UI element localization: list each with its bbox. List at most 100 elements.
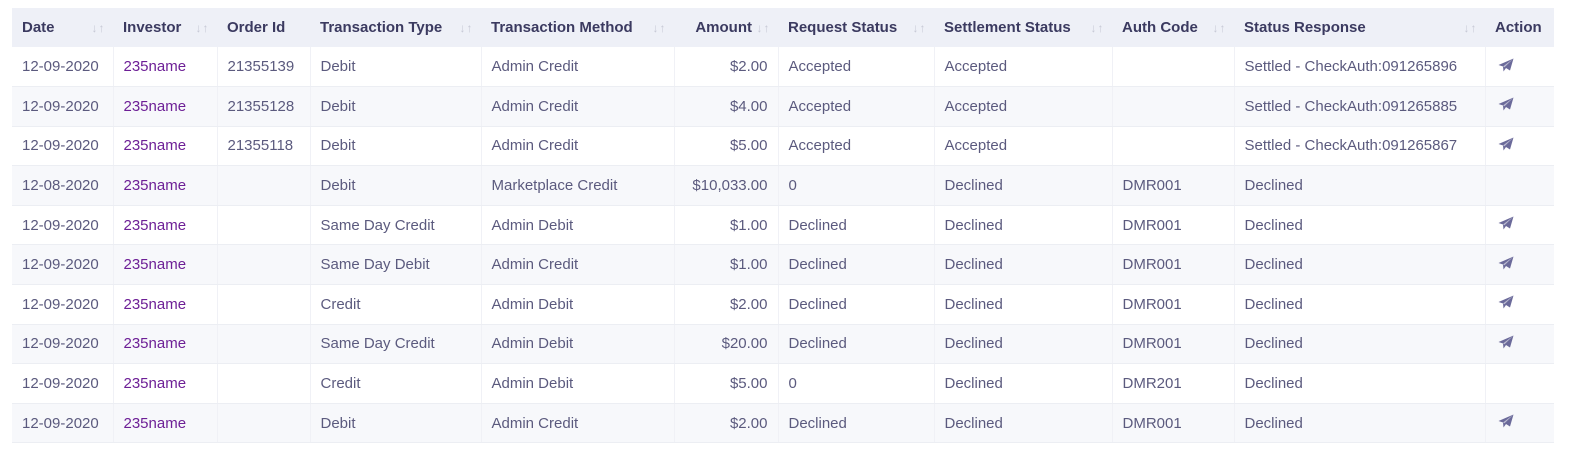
column-header-auth-code[interactable]: Auth Code ↓ ↑ xyxy=(1112,8,1234,47)
cell-order-id: 21355118 xyxy=(217,126,311,167)
cell-action xyxy=(1485,244,1554,286)
cell-auth-code: DMR001 xyxy=(1112,205,1235,246)
send-icon[interactable] xyxy=(1498,414,1514,428)
cell-transaction-method: Admin Debit xyxy=(481,363,675,404)
cell-order-id xyxy=(217,284,311,325)
column-header-label: Date xyxy=(22,19,55,36)
cell-settlement-status: Declined xyxy=(934,403,1113,444)
send-icon[interactable] xyxy=(1498,58,1514,72)
cell-status-response: Declined xyxy=(1234,284,1486,325)
table-row: 12-09-2020 235name 21355118 Debit Admin Cred… xyxy=(12,126,1554,167)
cell-request-status: Declined xyxy=(778,205,935,246)
cell-request-status: Accepted xyxy=(778,126,935,167)
column-header-investor[interactable]: Investor ↓ ↑ xyxy=(113,8,217,47)
cell-investor[interactable]: 235name xyxy=(113,244,218,286)
cell-action xyxy=(1485,126,1554,167)
cell-action xyxy=(1485,165,1554,206)
column-header-order-id: Order Id xyxy=(217,8,310,47)
cell-action xyxy=(1485,324,1554,365)
cell-status-response: Declined xyxy=(1234,324,1486,365)
table-row: 12-09-2020 235name Credit Admin Debit $2.00 D… xyxy=(12,284,1554,325)
cell-transaction-method: Admin Credit xyxy=(481,244,675,286)
sort-icon[interactable]: ↓ ↑ xyxy=(1212,19,1226,37)
sort-icon[interactable]: ↓ ↑ xyxy=(912,19,926,37)
cell-transaction-type: Same Day Credit xyxy=(310,205,482,246)
table-row: 12-09-2020 235name 21355139 Debit Admin Cred… xyxy=(12,47,1554,88)
column-header-label: Status Response xyxy=(1244,19,1366,36)
column-header-status-response[interactable]: Status Response ↓ ↑ xyxy=(1234,8,1485,47)
table-row: 12-09-2020 235name 21355128 Debit Admin Cred… xyxy=(12,86,1554,127)
cell-request-status: Accepted xyxy=(778,86,935,127)
column-header-settlement-status[interactable]: Settlement Status ↓ ↑ xyxy=(934,8,1112,47)
send-icon[interactable] xyxy=(1498,216,1514,230)
cell-amount: $1.00 xyxy=(674,244,779,286)
send-icon[interactable] xyxy=(1498,335,1514,349)
cell-amount: $10,033.00 xyxy=(674,165,779,206)
cell-status-response: Settled - CheckAuth:091265867 xyxy=(1234,126,1486,167)
cell-status-response: Settled - CheckAuth:091265896 xyxy=(1234,47,1486,88)
column-header-transaction-method[interactable]: Transaction Method ↓ ↑ xyxy=(481,8,674,47)
cell-action xyxy=(1485,47,1554,88)
sort-icon[interactable]: ↓ ↑ xyxy=(756,19,770,37)
cell-amount: $5.00 xyxy=(674,363,779,404)
cell-investor[interactable]: 235name xyxy=(113,403,218,444)
column-header-label: Transaction Type xyxy=(320,19,443,36)
send-icon[interactable] xyxy=(1498,295,1514,309)
cell-date: 12-09-2020 xyxy=(12,205,114,246)
cell-settlement-status: Declined xyxy=(934,363,1113,404)
cell-amount: $2.00 xyxy=(674,284,779,325)
cell-transaction-type: Debit xyxy=(310,86,482,127)
cell-transaction-type: Same Day Credit xyxy=(310,324,482,365)
send-icon[interactable] xyxy=(1498,97,1514,111)
cell-order-id xyxy=(217,244,311,286)
send-icon[interactable] xyxy=(1498,137,1514,151)
cell-request-status: Declined xyxy=(778,324,935,365)
table-header-row: Date ↓ ↑ Investor ↓ ↑ Order Id Transaction Type… xyxy=(12,8,1554,47)
cell-order-id: 21355128 xyxy=(217,86,311,127)
cell-transaction-method: Admin Debit xyxy=(481,205,675,246)
sort-icon[interactable]: ↓ ↑ xyxy=(91,19,105,37)
column-header-amount[interactable]: Amount ↓ ↑ xyxy=(674,8,778,47)
cell-investor[interactable]: 235name xyxy=(113,363,218,404)
cell-order-id xyxy=(217,205,311,246)
cell-request-status: Declined xyxy=(778,403,935,444)
sort-icon[interactable]: ↓ ↑ xyxy=(195,19,209,37)
cell-transaction-method: Marketplace Credit xyxy=(481,165,675,206)
sort-icon[interactable]: ↓ ↑ xyxy=(1090,19,1104,37)
cell-investor[interactable]: 235name xyxy=(113,47,218,88)
cell-settlement-status: Declined xyxy=(934,205,1113,246)
cell-amount: $20.00 xyxy=(674,324,779,365)
cell-investor[interactable]: 235name xyxy=(113,86,218,127)
cell-order-id xyxy=(217,363,311,404)
column-header-transaction-type[interactable]: Transaction Type ↓ ↑ xyxy=(310,8,481,47)
column-header-date[interactable]: Date ↓ ↑ xyxy=(12,8,113,47)
column-header-label: Investor xyxy=(123,19,182,36)
cell-investor[interactable]: 235name xyxy=(113,126,218,167)
cell-settlement-status: Accepted xyxy=(934,86,1113,127)
cell-transaction-type: Credit xyxy=(310,284,482,325)
cell-auth-code: DMR201 xyxy=(1112,363,1235,404)
column-header-label: Order Id xyxy=(227,19,286,36)
cell-investor[interactable]: 235name xyxy=(113,284,218,325)
send-icon[interactable] xyxy=(1498,256,1514,270)
table-row: 12-09-2020 235name Same Day Credit Admin De… xyxy=(12,205,1554,246)
cell-settlement-status: Declined xyxy=(934,284,1113,325)
cell-auth-code xyxy=(1112,86,1235,127)
cell-auth-code: DMR001 xyxy=(1112,284,1235,325)
cell-transaction-method: Admin Debit xyxy=(481,284,675,325)
cell-investor[interactable]: 235name xyxy=(113,205,218,246)
cell-investor[interactable]: 235name xyxy=(113,324,218,365)
sort-icon[interactable]: ↓ ↑ xyxy=(652,19,666,37)
cell-investor[interactable]: 235name xyxy=(113,165,218,206)
cell-date: 12-09-2020 xyxy=(12,126,114,167)
cell-status-response: Declined xyxy=(1234,403,1486,444)
column-header-request-status[interactable]: Request Status ↓ ↑ xyxy=(778,8,934,47)
sort-icon[interactable]: ↓ ↑ xyxy=(459,19,473,37)
transactions-table: Date ↓ ↑ Investor ↓ ↑ Order Id Transaction Type… xyxy=(12,8,1554,444)
sort-icon[interactable]: ↓ ↑ xyxy=(1463,19,1477,37)
cell-date: 12-09-2020 xyxy=(12,324,114,365)
table-row: 12-09-2020 235name Same Day Credit Admin De… xyxy=(12,324,1554,365)
column-header-label: Amount xyxy=(695,19,752,36)
cell-auth-code: DMR001 xyxy=(1112,244,1235,286)
cell-request-status: 0 xyxy=(778,363,935,404)
